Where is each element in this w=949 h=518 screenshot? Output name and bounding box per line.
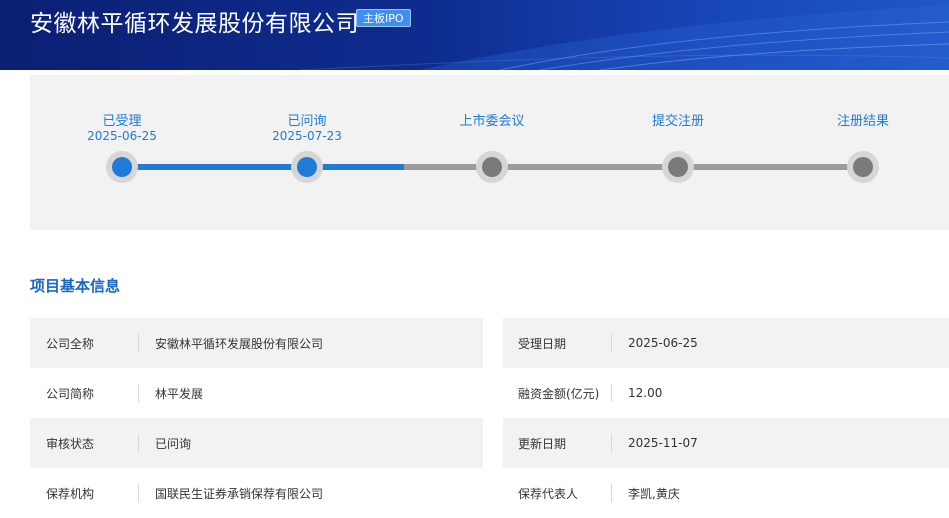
project-info-table: 公司全称 安徽林平循环发展股份有限公司 受理日期 2025-06-25 公司简称… [30, 318, 949, 518]
step-submit-registration: 提交注册 [608, 114, 748, 129]
info-label: 融资金额(亿元) [518, 386, 600, 401]
review-progress-panel: 已受理 2025-06-25 已问询 2025-07-23 上市委会议 提交注册… [30, 75, 949, 230]
step-dot-submit-registration [662, 151, 694, 183]
info-value: 安徽林平循环发展股份有限公司 [155, 336, 324, 351]
info-row: 审核状态 已问询 更新日期 2025-11-07 [30, 418, 949, 468]
step-label: 已问询 [287, 114, 327, 129]
info-cell: 受理日期 2025-06-25 [503, 318, 949, 368]
info-row: 保荐机构 国联民生证券承销保荐有限公司 保荐代表人 李凯,黄庆 [30, 468, 949, 518]
step-label: 提交注册 [651, 114, 704, 129]
step-listing-committee: 上市委会议 [422, 114, 562, 129]
info-label: 保荐代表人 [518, 486, 579, 501]
info-value: 2025-06-25 [628, 336, 698, 350]
info-row: 公司全称 安徽林平循环发展股份有限公司 受理日期 2025-06-25 [30, 318, 949, 368]
info-value: 国联民生证券承销保荐有限公司 [155, 486, 324, 501]
step-dot-listing-committee [476, 151, 508, 183]
info-cell: 公司全称 安徽林平循环发展股份有限公司 [30, 318, 483, 368]
board-badge: 主板IPO [356, 9, 411, 27]
section-title-basic-info: 项目基本信息 [30, 277, 121, 295]
info-label: 受理日期 [518, 336, 567, 351]
info-value: 李凯,黄庆 [628, 486, 680, 501]
step-dot-accepted [106, 151, 138, 183]
info-cell: 融资金额(亿元) 12.00 [503, 368, 949, 418]
info-cell: 公司简称 林平发展 [30, 368, 483, 418]
step-date: 2025-06-25 [87, 129, 157, 143]
info-label: 公司全称 [46, 336, 95, 351]
info-cell: 审核状态 已问询 [30, 418, 483, 468]
info-value: 12.00 [628, 386, 663, 400]
step-inquired: 已问询 2025-07-23 [237, 114, 377, 143]
step-label: 上市委会议 [459, 114, 525, 129]
info-label: 审核状态 [46, 436, 95, 451]
step-date: 2025-07-23 [272, 129, 342, 143]
info-value: 2025-11-07 [628, 436, 698, 450]
step-label: 注册结果 [836, 114, 889, 129]
info-label: 更新日期 [518, 436, 567, 451]
step-label: 已受理 [102, 114, 142, 129]
header-banner: 安徽林平循环发展股份有限公司 主板IPO [0, 0, 949, 70]
step-dot-registration-result [847, 151, 879, 183]
info-value: 林平发展 [155, 386, 204, 401]
step-dot-inquired [291, 151, 323, 183]
info-label: 保荐机构 [46, 486, 95, 501]
info-row: 公司简称 林平发展 融资金额(亿元) 12.00 [30, 368, 949, 418]
step-registration-result: 注册结果 [793, 114, 933, 129]
company-title: 安徽林平循环发展股份有限公司 [30, 11, 359, 37]
step-accepted: 已受理 2025-06-25 [52, 114, 192, 143]
info-cell: 保荐代表人 李凯,黄庆 [503, 468, 949, 518]
info-label: 公司简称 [46, 386, 95, 401]
progress-track-completed [122, 164, 404, 170]
info-cell: 更新日期 2025-11-07 [503, 418, 949, 468]
info-cell: 保荐机构 国联民生证券承销保荐有限公司 [30, 468, 483, 518]
info-value: 已问询 [155, 436, 192, 451]
